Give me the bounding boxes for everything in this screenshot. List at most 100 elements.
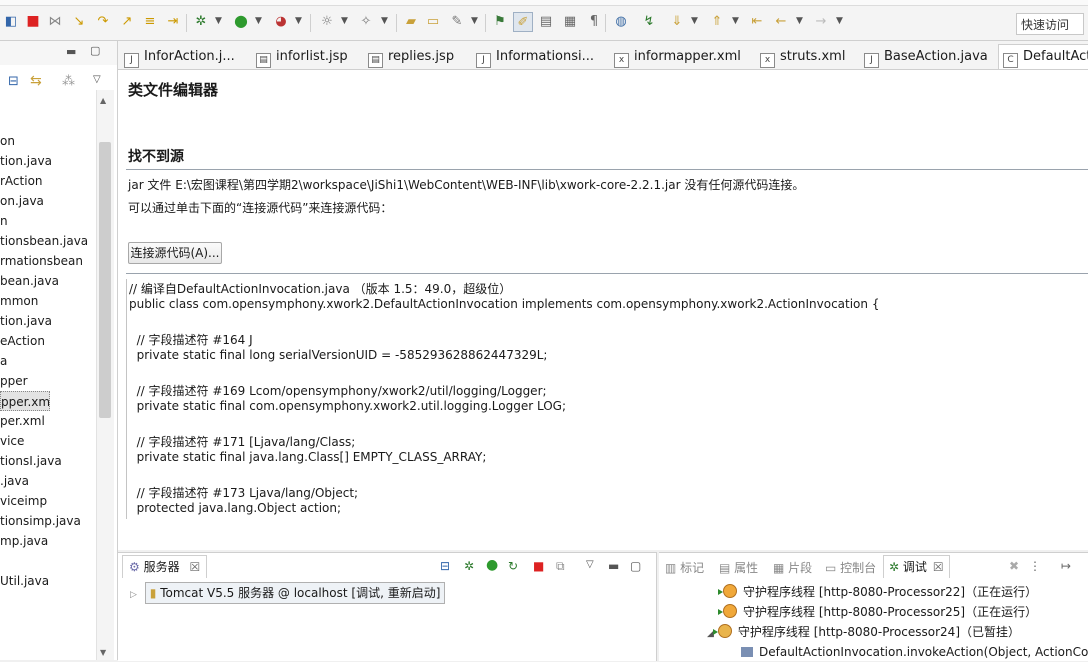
attach-source-button[interactable]: 连接源代码(A)...: [128, 242, 222, 264]
step-into-icon[interactable]: ↘: [70, 12, 88, 30]
globe-icon[interactable]: ◍: [612, 12, 630, 30]
close-icon[interactable]: ☒: [189, 560, 200, 574]
tab-struts-xml[interactable]: x struts.xml: [760, 45, 845, 69]
tab-markers[interactable]: ▥ 标记: [665, 557, 704, 579]
close-icon[interactable]: ☒: [933, 560, 944, 574]
tree-item[interactable]: a: [0, 351, 96, 371]
tree-item[interactable]: tionsbean.java: [0, 231, 96, 251]
tree-item[interactable]: .java: [0, 471, 96, 491]
next-annotation-icon[interactable]: ⇓: [668, 12, 686, 30]
run-dropdown-icon[interactable]: ▼: [254, 12, 263, 30]
tree-item[interactable]: viceimp: [0, 491, 96, 511]
tab-console[interactable]: ▭ 控制台: [825, 557, 876, 579]
decompiled-code[interactable]: // 编译自DefaultActionInvocation.java （版本 1…: [126, 279, 1088, 519]
open-folder-icon[interactable]: ▭: [424, 12, 442, 30]
server-row[interactable]: ▷ ▮ Tomcat V5.5 服务器 @ localhost [调试, 重新启…: [130, 582, 446, 604]
tree-scrollbar[interactable]: ▲ ▼: [96, 90, 114, 660]
new-server-icon[interactable]: ☼: [318, 12, 336, 30]
scroll-up-icon[interactable]: ▲: [100, 96, 106, 105]
tab-defaultactioninvocation[interactable]: C DefaultActio: [998, 44, 1088, 69]
next-annotation-dropdown-icon[interactable]: ▼: [690, 12, 699, 30]
minimize-icon[interactable]: ▬: [608, 559, 619, 573]
stack-frame[interactable]: DefaultActionInvocation.invokeAction(Obj…: [741, 642, 1088, 662]
run-icon[interactable]: ●: [232, 12, 250, 30]
show-paragraph-icon[interactable]: ¶: [585, 12, 603, 30]
tree-item[interactable]: bean.java: [0, 271, 96, 291]
new-server-dropdown-icon[interactable]: ▼: [340, 12, 349, 30]
search-dropdown-icon[interactable]: ▼: [470, 12, 479, 30]
thread-suspended-24[interactable]: ◢ 守护程序线程 [http-8080-Processor24]（已暂挂）: [707, 622, 1020, 642]
tree-item[interactable]: rmationsbean: [0, 251, 96, 271]
back-icon[interactable]: ←: [772, 12, 790, 30]
disconnect-icon[interactable]: ⋈: [46, 12, 64, 30]
tree-item[interactable]: vice: [0, 431, 96, 451]
collapse-all-icon[interactable]: ⊟: [440, 559, 450, 573]
tab-informationsi[interactable]: J Informationsi...: [476, 45, 594, 69]
thread-running-22[interactable]: 守护程序线程 [http-8080-Processor22]（正在运行）: [718, 582, 1037, 602]
tree-item[interactable]: tionsimp.java: [0, 511, 96, 531]
new-java-project-icon[interactable]: ✧: [357, 12, 375, 30]
publish-icon[interactable]: ⧉: [556, 559, 565, 574]
tree-item[interactable]: tion.java: [0, 311, 96, 331]
minimize-icon[interactable]: ▬: [66, 45, 76, 58]
run-last-tool-icon[interactable]: ↯: [640, 12, 658, 30]
search-icon[interactable]: ✎: [448, 12, 466, 30]
tab-inforlist-jsp[interactable]: ▤ inforlist.jsp: [256, 45, 348, 69]
previous-annotation-dropdown-icon[interactable]: ▼: [731, 12, 740, 30]
scroll-down-icon[interactable]: ▼: [100, 648, 106, 657]
tree-item[interactable]: eAction: [0, 331, 96, 351]
tab-informapper-xml[interactable]: x informapper.xml: [614, 45, 741, 69]
tree-item[interactable]: mmon: [0, 291, 96, 311]
tree-item[interactable]: n: [0, 211, 96, 231]
back-dropdown-icon[interactable]: ▼: [795, 12, 804, 30]
profile-server-icon[interactable]: ↻: [508, 559, 518, 573]
terminate-icon[interactable]: ■: [24, 12, 42, 30]
stop-server-icon[interactable]: ■: [533, 559, 544, 573]
debug-icon[interactable]: ✲: [192, 12, 210, 30]
tree-item[interactable]: mp.java: [0, 531, 96, 551]
use-step-filters-icon[interactable]: ⇥: [164, 12, 182, 30]
tab-inforaction[interactable]: J InforAction.j...: [124, 45, 235, 69]
drop-to-frame-icon[interactable]: ≡: [141, 12, 159, 30]
debug-server-icon[interactable]: ✲: [464, 559, 474, 573]
tree-item[interactable]: per.xml: [0, 411, 96, 431]
view-menu-icon[interactable]: ▽: [93, 74, 101, 85]
forward-icon[interactable]: →: [812, 12, 830, 30]
tab-replies-jsp[interactable]: ▤ replies.jsp: [368, 45, 454, 69]
tree-item[interactable]: rAction: [0, 171, 96, 191]
tree-item[interactable]: on: [0, 131, 96, 151]
maximize-icon[interactable]: ▢: [90, 44, 100, 57]
collapse-all-icon[interactable]: ⊟: [8, 74, 19, 89]
remove-launches-icon[interactable]: ✖: [1009, 559, 1019, 573]
expand-icon[interactable]: ▷: [130, 590, 137, 600]
toggle-mark-occurrences-icon[interactable]: ✐: [513, 12, 533, 32]
tree-item[interactable]: pper.xml: [0, 391, 50, 411]
suspend-icon[interactable]: ⋮: [1029, 559, 1041, 573]
tree-item[interactable]: Util.java: [0, 571, 96, 591]
step-over-icon[interactable]: ↷: [94, 12, 112, 30]
skip-breakpoints-icon[interactable]: ◧: [2, 12, 20, 30]
tree-item[interactable]: [0, 551, 96, 571]
step-icon[interactable]: ↦: [1061, 559, 1071, 573]
tree-item[interactable]: on.java: [0, 191, 96, 211]
focus-icon[interactable]: ⁂: [62, 74, 75, 89]
toggle-block-selection-icon[interactable]: ▤: [537, 12, 555, 30]
tree-item[interactable]: tion.java: [0, 151, 96, 171]
tab-baseaction-java[interactable]: J BaseAction.java: [864, 45, 988, 69]
tree-item[interactable]: pper: [0, 371, 96, 391]
maximize-icon[interactable]: ▢: [630, 559, 641, 573]
tab-servers[interactable]: ⚙ 服务器 ☒: [122, 555, 208, 578]
debug-dropdown-icon[interactable]: ▼: [214, 12, 223, 30]
external-tools-dropdown-icon[interactable]: ▼: [294, 12, 303, 30]
external-tools-icon[interactable]: ◕: [272, 12, 290, 30]
open-type-icon[interactable]: ▰: [402, 12, 420, 30]
tree-item[interactable]: tionsI.java: [0, 451, 96, 471]
forward-dropdown-icon[interactable]: ▼: [835, 12, 844, 30]
tab-debug[interactable]: ✲ 调试 ☒: [883, 555, 950, 578]
thread-running-25[interactable]: 守护程序线程 [http-8080-Processor25]（正在运行）: [718, 602, 1037, 622]
scrollbar-thumb[interactable]: [99, 142, 111, 418]
quick-access-input[interactable]: 快速访问: [1016, 13, 1084, 35]
last-edit-location-icon[interactable]: ⇤: [748, 12, 766, 30]
tab-snippets[interactable]: ▦ 片段: [773, 557, 812, 579]
tab-properties[interactable]: ▤ 属性: [719, 557, 758, 579]
